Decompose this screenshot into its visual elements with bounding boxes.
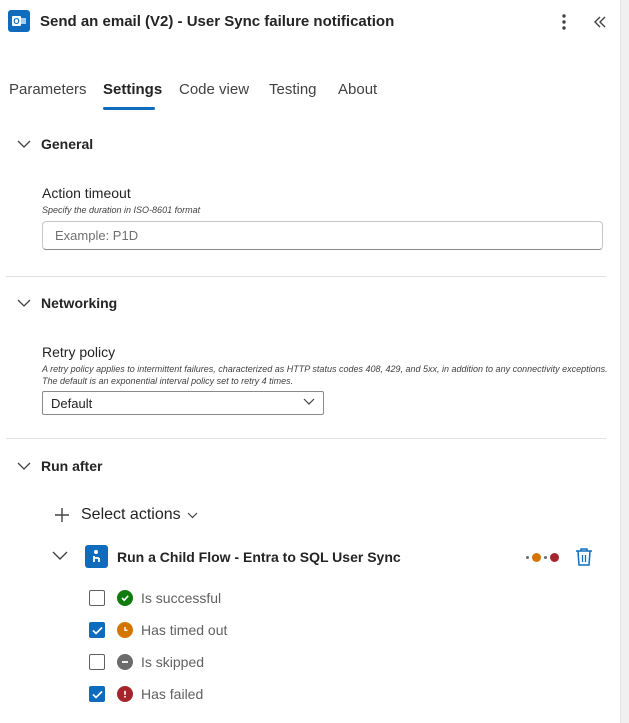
condition-label: Has failed	[141, 686, 204, 702]
section-run-after-title: Run after	[41, 458, 103, 474]
trash-icon	[576, 548, 592, 566]
divider	[6, 276, 606, 277]
outlook-icon: O	[8, 10, 30, 32]
action-timeout-input[interactable]	[42, 221, 603, 250]
retry-policy-value: Default	[51, 396, 93, 411]
chevron-down-icon	[17, 140, 31, 148]
select-actions-label: Select actions	[81, 506, 181, 523]
run-after-action-row: Run a Child Flow - Entra to SQL User Syn…	[0, 542, 621, 572]
chevron-down-icon	[17, 462, 31, 470]
tab-code-view[interactable]: Code view	[179, 81, 249, 98]
skip-circle-icon	[117, 654, 133, 670]
chevron-down-icon	[303, 398, 315, 405]
tab-parameters[interactable]: Parameters	[9, 81, 87, 98]
tab-testing[interactable]: Testing	[269, 81, 317, 98]
tab-settings[interactable]: Settings	[103, 81, 162, 98]
page-title: Send an email (V2) - User Sync failure n…	[40, 13, 395, 30]
divider	[6, 438, 606, 439]
svg-text:O: O	[13, 17, 19, 26]
action-timeout-label: Action timeout	[42, 185, 131, 201]
action-settings-panel: O Send an email (V2) - User Sync failure…	[0, 0, 621, 723]
retry-policy-select[interactable]: Default	[42, 391, 324, 415]
condition-has-failed: Has failed	[89, 685, 389, 705]
chevron-down-icon	[17, 299, 31, 307]
chevron-down-icon	[187, 512, 198, 519]
section-general-title: General	[41, 136, 94, 152]
child-flow-icon	[85, 545, 108, 568]
checkbox-has-timed-out[interactable]	[89, 622, 105, 638]
clock-icon	[117, 622, 133, 638]
section-networking-header[interactable]: Networking	[0, 291, 621, 317]
chevron-down-icon[interactable]	[52, 550, 68, 561]
condition-has-timed-out: Has timed out	[89, 621, 389, 641]
section-run-after-header[interactable]: Run after	[0, 454, 621, 480]
condition-label: Has timed out	[141, 622, 228, 638]
separator-dot	[544, 555, 547, 559]
failed-status-dot	[550, 552, 559, 562]
error-circle-icon	[117, 686, 133, 702]
check-circle-icon	[117, 590, 133, 606]
panel-edge	[620, 0, 629, 723]
action-title: Run a Child Flow - Entra to SQL User Syn…	[117, 549, 401, 565]
delete-action-button[interactable]	[575, 547, 593, 572]
collapse-panel-button[interactable]	[589, 10, 611, 34]
checkbox-is-skipped[interactable]	[89, 654, 105, 670]
separator-dot	[526, 555, 529, 559]
action-timeout-help: Specify the duration in ISO-8601 format	[42, 205, 201, 215]
checkbox-has-failed[interactable]	[89, 686, 105, 702]
condition-is-skipped: Is skipped	[89, 653, 389, 673]
double-chevron-left-icon	[594, 16, 606, 28]
retry-policy-label: Retry policy	[42, 344, 116, 360]
condition-label: Is successful	[141, 590, 222, 606]
panel-header: O Send an email (V2) - User Sync failure…	[0, 0, 621, 44]
retry-policy-help: A retry policy applies to intermittent f…	[42, 364, 608, 386]
more-vertical-icon	[562, 14, 566, 30]
more-options-button[interactable]	[553, 10, 575, 34]
condition-is-successful: Is successful	[89, 589, 389, 609]
checkbox-is-successful[interactable]	[89, 590, 105, 606]
checkmark-icon	[91, 626, 103, 635]
run-after-status-indicator	[523, 552, 559, 562]
timed-out-status-dot	[532, 552, 541, 562]
tab-about[interactable]: About	[338, 81, 377, 98]
checkmark-icon	[91, 690, 103, 699]
section-networking-title: Networking	[41, 295, 118, 311]
active-tab-indicator	[103, 107, 155, 110]
condition-label: Is skipped	[141, 654, 205, 670]
plus-icon	[55, 508, 69, 522]
section-general-header[interactable]: General	[0, 132, 621, 158]
